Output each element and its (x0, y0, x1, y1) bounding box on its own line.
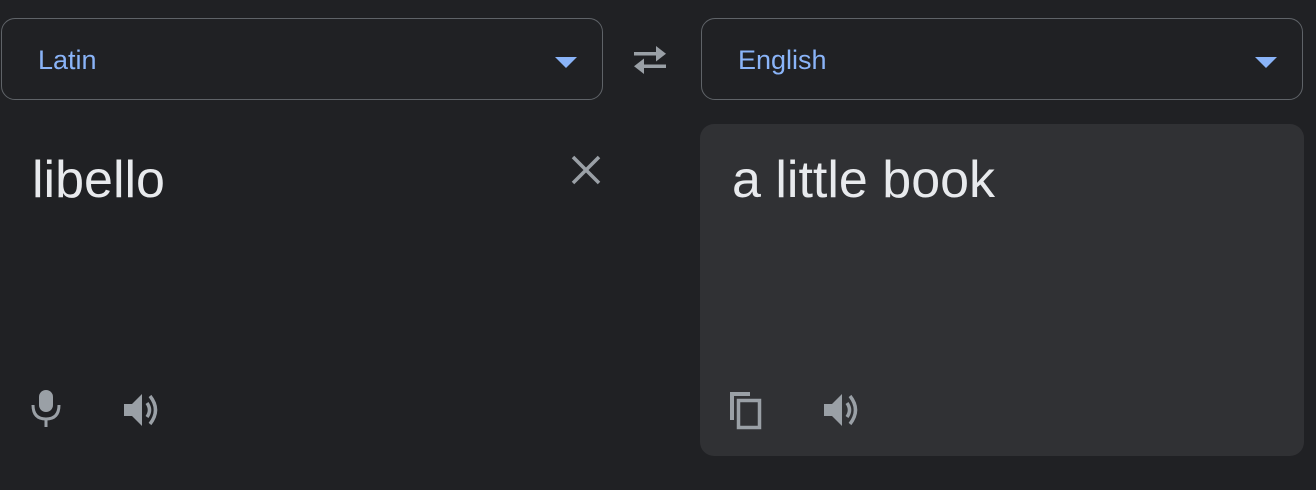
copy-icon (730, 392, 762, 430)
source-language-label: Latin (38, 45, 97, 75)
translation-text: a little book (732, 151, 996, 209)
chevron-down-icon (1255, 57, 1277, 68)
swap-languages-button[interactable] (626, 40, 674, 80)
target-language-label: English (738, 45, 827, 75)
close-icon (571, 155, 601, 185)
source-listen-button[interactable] (120, 388, 164, 432)
microphone-icon (31, 390, 61, 427)
voice-input-button[interactable] (24, 386, 68, 430)
speaker-icon (824, 394, 858, 426)
translation-listen-button[interactable] (820, 388, 864, 432)
source-language-select[interactable]: Latin (1, 18, 603, 100)
swap-languages-icon (634, 46, 666, 74)
target-language-select[interactable]: English (701, 18, 1303, 100)
source-text-input[interactable]: libello (32, 150, 165, 210)
clear-source-button[interactable] (566, 150, 606, 190)
chevron-down-icon (555, 57, 577, 68)
translate-widget: Latin English libello a little book (0, 0, 1316, 490)
copy-translation-button[interactable] (724, 388, 768, 432)
source-text-panel[interactable]: libello (0, 124, 612, 456)
speaker-icon (124, 394, 158, 426)
translation-panel: a little book (700, 124, 1304, 456)
